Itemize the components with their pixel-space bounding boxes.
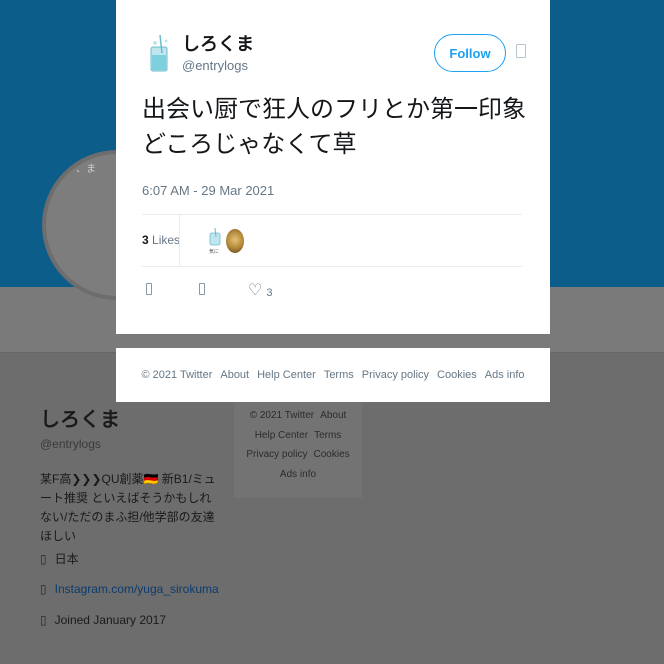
profile-joined-row: ▯ Joined January 2017 (40, 613, 166, 627)
reply-button[interactable] (146, 283, 152, 295)
divider (142, 214, 522, 215)
tweet-user-handle[interactable]: @entrylogs (182, 58, 248, 73)
footer-copyright: © 2021 Twitter (141, 369, 213, 381)
retweet-icon (199, 283, 205, 295)
bg-footer-terms[interactable]: Terms (314, 430, 341, 441)
footer-ads[interactable]: Ads info (485, 369, 525, 381)
profile-name: しろくま (40, 409, 120, 431)
profile-avatar-text: 、ま (76, 164, 96, 175)
likes-number: 3 (142, 233, 149, 247)
reply-icon (146, 283, 152, 295)
likes-count[interactable]: 3 Likes (142, 233, 180, 247)
heart-icon: ♡ (248, 282, 263, 299)
likes-label: Likes (152, 233, 181, 247)
profile-website-link[interactable]: Instagram.com/yuga_sirokuma (55, 582, 219, 596)
profile-bio: 某F高❯❯❯QU創薬🇩🇪 新B1/ミュート推奨 といえばそうかもしれない/ただの… (40, 472, 216, 543)
footer-privacy[interactable]: Privacy policy (362, 369, 429, 381)
link-icon: ▯ (40, 582, 47, 596)
likes-divider (179, 215, 180, 267)
bg-footer-privacy[interactable]: Privacy policy (246, 449, 307, 460)
bg-footer-ads[interactable]: Ads info (280, 469, 316, 480)
calendar-icon: ▯ (40, 613, 47, 627)
profile-handle: @entrylogs (40, 437, 101, 451)
footer-card: © 2021 Twitter About Help Center Terms P… (116, 348, 550, 402)
retweet-button[interactable] (199, 283, 205, 295)
tweet-timestamp[interactable]: 6:07 AM - 29 Mar 2021 (142, 183, 274, 198)
divider (142, 266, 522, 267)
tweet-user-name[interactable]: しろくま (182, 30, 254, 56)
like-button[interactable]: ♡ 3 (248, 282, 273, 300)
profile-website-row[interactable]: ▯ Instagram.com/yuga_sirokuma (40, 582, 219, 596)
liker-avatar-text: 気に (209, 248, 219, 255)
bg-footer-copyright: © 2021 Twitter (249, 410, 315, 421)
profile-location: 日本 (54, 552, 79, 566)
footer-about[interactable]: About (220, 369, 249, 381)
profile-footer-links: © 2021 Twitter About Help Center Terms Pri… (234, 400, 362, 498)
location-icon: ▯ (40, 551, 47, 566)
bg-footer-cookies[interactable]: Cookies (314, 449, 350, 460)
bg-footer-about[interactable]: About (320, 410, 346, 421)
tweet-card: しろくま @entrylogs Follow 出会い厨で狂人のフリとか第一印象ど… (116, 0, 550, 334)
chevron-down-icon[interactable] (516, 44, 526, 58)
footer-cookies[interactable]: Cookies (437, 369, 477, 381)
tweet-avatar[interactable] (142, 33, 176, 73)
like-count: 3 (266, 287, 273, 299)
tweet-text: 出会い厨で狂人のフリとか第一印象どころじゃなくて草 (142, 96, 526, 158)
liker-avatar-2[interactable] (226, 229, 244, 253)
footer-terms[interactable]: Terms (324, 369, 354, 381)
liker-avatar[interactable]: 気に (206, 227, 226, 255)
follow-button[interactable]: Follow (434, 34, 506, 72)
footer-help[interactable]: Help Center (257, 369, 316, 381)
bg-footer-help[interactable]: Help Center (255, 430, 308, 441)
profile-joined: Joined January 2017 (54, 613, 167, 627)
profile-location-row: ▯ 日本 (40, 550, 79, 567)
